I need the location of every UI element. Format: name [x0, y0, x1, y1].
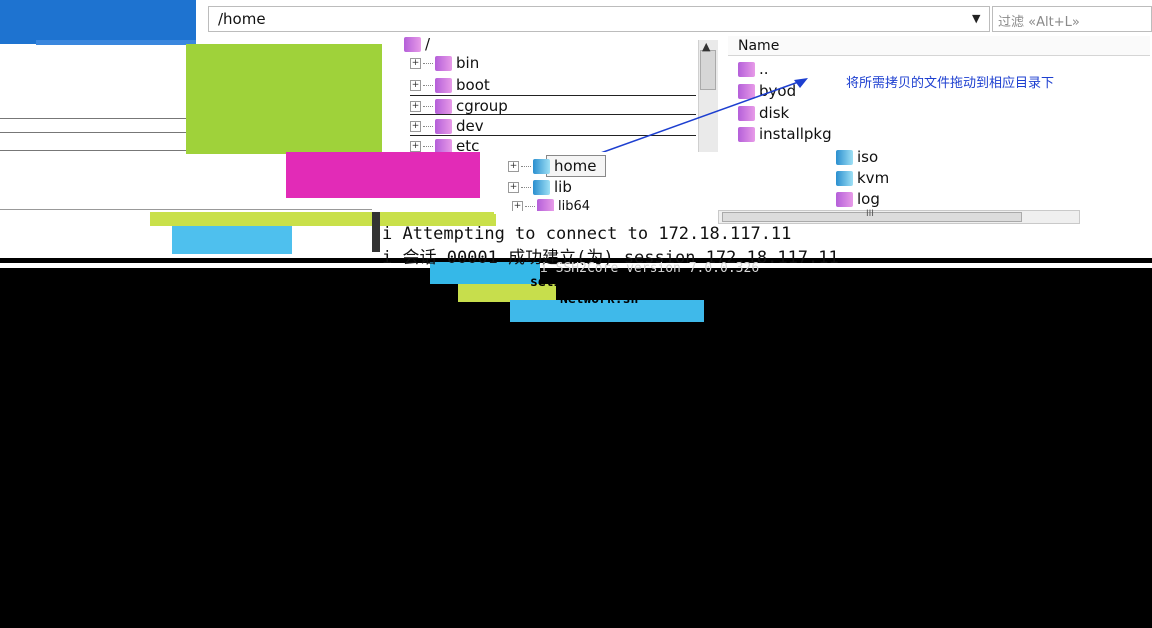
- expand-icon[interactable]: +: [410, 141, 421, 152]
- folder-icon: [404, 37, 421, 52]
- dragged-file-label: Network.sh: [560, 292, 639, 307]
- tree-item-label: home: [554, 157, 597, 175]
- column-header-name[interactable]: Name: [738, 38, 779, 54]
- folder-icon: [533, 180, 550, 195]
- tree-item-etc[interactable]: + etc: [410, 136, 479, 152]
- folder-icon: [836, 192, 853, 207]
- folder-icon: [537, 199, 554, 211]
- divider: [0, 118, 186, 119]
- folder-icon: [836, 171, 853, 186]
- expand-icon[interactable]: +: [410, 121, 421, 132]
- list-header[interactable]: [728, 36, 1150, 56]
- terminal-line: i Attempting to connect to 172.18.117.11: [382, 224, 792, 244]
- drag-overlay: [286, 152, 480, 198]
- folder-icon: [435, 99, 452, 114]
- list-item-label: iso: [857, 148, 879, 166]
- list-item-label: log: [857, 190, 880, 208]
- divider: [0, 209, 372, 210]
- tree-item-home[interactable]: + home: [508, 156, 597, 176]
- tree-item-label: etc: [456, 137, 480, 152]
- splitter-handle[interactable]: [372, 212, 380, 252]
- expand-icon[interactable]: +: [410, 58, 421, 69]
- folder-icon: [435, 78, 452, 93]
- expand-icon[interactable]: +: [410, 101, 421, 112]
- expand-icon[interactable]: +: [410, 80, 421, 91]
- folder-icon: [435, 56, 452, 71]
- tree-item-label: dev: [456, 117, 484, 135]
- tree-item-label: lib64: [558, 199, 591, 211]
- left-panel-tab[interactable]: [36, 40, 196, 45]
- tree-root-label: /: [425, 35, 431, 53]
- path-bar[interactable]: [208, 6, 990, 32]
- tree-item-lib64[interactable]: + lib64: [512, 197, 590, 211]
- terminal-panel[interactable]: [0, 268, 1152, 628]
- tree-item-boot[interactable]: + boot: [410, 75, 490, 95]
- list-item[interactable]: kvm: [836, 167, 889, 189]
- divider: [0, 132, 186, 133]
- left-panel-header: [0, 0, 196, 44]
- drag-overlay: [172, 226, 292, 254]
- tree-item-label: cgroup: [456, 97, 508, 115]
- list-item[interactable]: iso: [836, 146, 878, 168]
- tree-root[interactable]: /: [404, 34, 430, 54]
- tree-item-label: bin: [456, 54, 480, 72]
- expand-icon[interactable]: +: [512, 201, 523, 211]
- terminal-line: i SSH2Core version 7.0.0.326: [540, 261, 760, 276]
- tree-item-bin[interactable]: + bin: [410, 53, 479, 73]
- scroll-grip-icon: III: [866, 209, 874, 219]
- tree-item-label: lib: [554, 178, 572, 196]
- tree-item-label: boot: [456, 76, 490, 94]
- drag-overlay: [186, 44, 382, 154]
- chevron-down-icon[interactable]: ▼: [972, 12, 980, 25]
- folder-icon: [435, 139, 452, 152]
- expand-icon[interactable]: +: [508, 161, 519, 172]
- scroll-up-icon[interactable]: ▲: [702, 40, 710, 53]
- folder-icon: [836, 150, 853, 165]
- folder-icon: [435, 119, 452, 134]
- filter-placeholder[interactable]: 过滤 «Alt+L»: [998, 11, 1080, 30]
- path-input[interactable]: /home: [218, 10, 266, 28]
- list-item[interactable]: log: [836, 188, 880, 210]
- annotation-text: 将所需拷贝的文件拖动到相应目录下: [846, 76, 1055, 91]
- tree-item-lib[interactable]: + lib: [508, 177, 572, 197]
- dragged-file-label: setInternet: [530, 275, 617, 290]
- expand-icon[interactable]: +: [508, 182, 519, 193]
- list-item-label: kvm: [857, 169, 890, 187]
- folder-icon: [533, 159, 550, 174]
